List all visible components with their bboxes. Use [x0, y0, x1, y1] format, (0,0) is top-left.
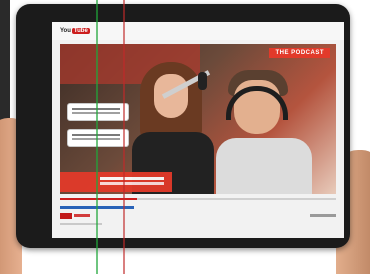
scanline-green: [96, 0, 98, 274]
youtube-logo[interactable]: You Tube: [60, 26, 90, 36]
man-body: [216, 138, 312, 194]
lower-third-text-lines: [100, 177, 164, 180]
channel-avatar[interactable]: [60, 213, 72, 219]
progress-bar[interactable]: [60, 198, 336, 200]
lower-third-overlay: [60, 172, 172, 192]
video-player[interactable]: THE PODCAST: [60, 44, 336, 194]
microphone-icon: [198, 72, 207, 90]
youtube-logo-tube: Tube: [71, 28, 90, 34]
progress-fill: [60, 198, 138, 200]
view-count: [310, 214, 336, 217]
tablet-device: You Tube THE PODCAST: [16, 4, 350, 248]
video-info: [60, 206, 336, 230]
video-annotation-card[interactable]: [68, 104, 128, 120]
subscribe-button[interactable]: [74, 214, 90, 217]
podcast-badge: THE PODCAST: [269, 48, 330, 58]
video-annotation-card[interactable]: [68, 130, 128, 146]
woman-face: [154, 74, 188, 118]
scanline-red: [123, 0, 125, 274]
youtube-logo-you: You: [60, 28, 71, 34]
